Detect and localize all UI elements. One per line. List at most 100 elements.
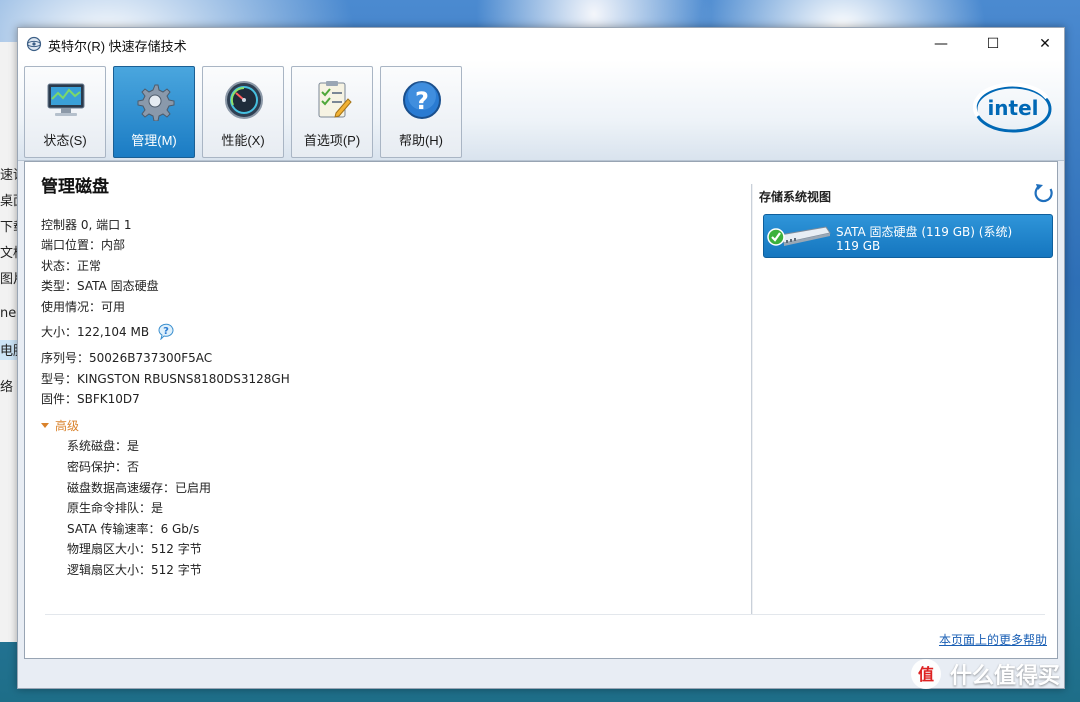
main-toolbar: 状态(S) 管理(M) 性能(X) 首选项(P) ? 帮助(H) intel — [18, 60, 1064, 161]
property-key: 大小 — [41, 325, 77, 339]
advanced-key: 磁盘数据高速缓存 — [67, 481, 175, 495]
disk-size: 119 GB — [836, 239, 881, 253]
advanced-value: 512 字节 — [151, 563, 202, 577]
property-row: 序列号50026B737300F5AC — [41, 349, 212, 366]
bg-sidebar-item-selected[interactable]: 电脑 — [0, 340, 18, 360]
advanced-key: 系统磁盘 — [67, 439, 127, 453]
bg-sidebar-item[interactable]: 络 — [0, 376, 18, 396]
advanced-row: 密码保护否 — [67, 458, 139, 475]
advanced-value: 512 字节 — [151, 542, 202, 556]
tab-status-label: 状态(S) — [43, 133, 87, 148]
tab-performance[interactable]: 性能(X) — [202, 66, 284, 158]
help-question-icon: ? — [403, 81, 441, 119]
controller-port: 控制器 0, 端口 1 — [41, 216, 132, 233]
tab-status[interactable]: 状态(S) — [24, 66, 106, 158]
gauge-icon — [225, 81, 263, 119]
property-row: 型号KINGSTON RBUSNS8180DS3128GH — [41, 370, 290, 387]
advanced-value: 6 Gb/s — [160, 522, 200, 536]
tab-help-label: 帮助(H) — [398, 133, 444, 148]
manage-disk-pane: 管理磁盘 控制器 0, 端口 1 端口位置内部 状态正常 类型SATA 固态硬盘… — [41, 172, 741, 602]
advanced-key: SATA 传输速率 — [67, 522, 161, 536]
minimize-icon: — — [934, 36, 948, 52]
close-icon: ✕ — [1039, 36, 1051, 52]
property-key: 类型 — [41, 279, 77, 293]
property-key: 状态 — [41, 259, 77, 273]
property-value: 可用 — [101, 300, 126, 314]
property-row: 使用情况可用 — [41, 298, 125, 315]
maximize-icon: ☐ — [986, 36, 1000, 52]
bg-sidebar-item[interactable]: neD — [0, 306, 18, 326]
advanced-toggle[interactable]: 高级 — [41, 417, 79, 434]
maximize-button[interactable]: ☐ — [970, 28, 1016, 60]
tab-preferences[interactable]: 首选项(P) — [291, 66, 373, 158]
advanced-row: 磁盘数据高速缓存已启用 — [67, 479, 211, 496]
gear-icon — [137, 84, 175, 121]
window-title: 英特尔(R) 快速存储技术 — [48, 39, 187, 54]
property-row: 端口位置内部 — [41, 236, 125, 253]
tab-manage-label: 管理(M) — [131, 133, 177, 148]
property-value: 正常 — [77, 259, 102, 273]
tab-help[interactable]: ? 帮助(H) — [380, 66, 462, 158]
bg-sidebar-item[interactable]: 下载 — [0, 216, 18, 236]
size-help-icon[interactable]: ? — [157, 322, 175, 340]
watermark-logo-icon: 值 — [911, 659, 941, 689]
title-bar[interactable]: 英特尔(R) 快速存储技术 — ☐ ✕ — [18, 28, 1064, 60]
svg-text:?: ? — [415, 87, 429, 115]
page-title: 管理磁盘 — [41, 177, 109, 197]
bg-sidebar-item[interactable]: 桌面 — [0, 190, 18, 210]
property-key: 固件 — [41, 392, 77, 406]
property-value: SBFK10D7 — [77, 392, 140, 406]
disk-card[interactable]: SATA 固态硬盘 (119 GB) (系统) 119 GB — [763, 214, 1053, 258]
tab-performance-label: 性能(X) — [221, 133, 265, 148]
intel-logo: intel — [973, 82, 1052, 133]
advanced-key: 原生命令排队 — [67, 501, 151, 515]
advanced-value: 否 — [127, 460, 140, 474]
property-row: 类型SATA 固态硬盘 — [41, 277, 159, 294]
property-value: SATA 固态硬盘 — [77, 279, 159, 293]
footer-separator — [45, 614, 1045, 615]
storage-system-view-pane: 存储系统视图 SATA 固态硬盘 (119 GB) (系统) 119 GB — [759, 172, 1055, 612]
controller-port-text: 控制器 0, 端口 1 — [41, 218, 132, 232]
irst-window: 英特尔(R) 快速存储技术 — ☐ ✕ 状态(S) 管理(M) 性能(X) 首选… — [17, 27, 1065, 689]
monitor-status-icon — [47, 83, 85, 116]
advanced-row: SATA 传输速率6 Gb/s — [67, 520, 199, 537]
property-key: 序列号 — [41, 351, 89, 365]
advanced-row: 逻辑扇区大小512 字节 — [67, 561, 202, 578]
chevron-down-icon — [41, 423, 49, 428]
close-button[interactable]: ✕ — [1022, 28, 1068, 60]
property-key: 型号 — [41, 372, 77, 386]
advanced-row: 物理扇区大小512 字节 — [67, 540, 202, 557]
advanced-key: 密码保护 — [67, 460, 127, 474]
advanced-row: 系统磁盘是 — [67, 437, 139, 454]
bg-sidebar-item[interactable]: 速读 — [0, 164, 18, 184]
watermark-text: 什么值得买 — [950, 664, 1061, 689]
tab-preferences-label: 首选项(P) — [303, 133, 361, 148]
pane-divider[interactable] — [751, 184, 753, 614]
property-row: 固件SBFK10D7 — [41, 390, 140, 407]
property-value: 122,104 MB — [77, 325, 150, 339]
property-value: 50026B737300F5AC — [89, 351, 213, 365]
tab-manage[interactable]: 管理(M) — [113, 66, 195, 158]
intel-wordmark: intel — [987, 96, 1038, 120]
minimize-button[interactable]: — — [918, 28, 964, 60]
ssd-drive-icon — [767, 226, 831, 246]
irst-app-icon — [26, 36, 42, 52]
property-row-size: 大小122,104 MB ? — [41, 322, 175, 340]
svg-text:?: ? — [163, 326, 169, 337]
refresh-icon[interactable] — [1033, 182, 1055, 204]
bg-sidebar-item[interactable]: 图片 — [0, 268, 18, 288]
property-value: KINGSTON RBUSNS8180DS3128GH — [77, 372, 290, 386]
advanced-key: 逻辑扇区大小 — [67, 563, 151, 577]
watermark-logo-char: 值 — [918, 665, 934, 684]
more-help-link[interactable]: 本页面上的更多帮助 — [939, 631, 1047, 648]
advanced-key: 物理扇区大小 — [67, 542, 151, 556]
advanced-value: 是 — [127, 439, 140, 453]
advanced-value: 已启用 — [175, 481, 212, 495]
disk-name: SATA 固态硬盘 (119 GB) (系统) — [836, 225, 1013, 239]
bg-sidebar-item[interactable]: 文档 — [0, 242, 18, 262]
watermark: 值 什么值得买 — [910, 656, 1060, 692]
advanced-label: 高级 — [55, 419, 80, 433]
content-panel: 管理磁盘 控制器 0, 端口 1 端口位置内部 状态正常 类型SATA 固态硬盘… — [24, 161, 1058, 659]
property-row: 状态正常 — [41, 257, 101, 274]
advanced-value: 是 — [151, 501, 164, 515]
